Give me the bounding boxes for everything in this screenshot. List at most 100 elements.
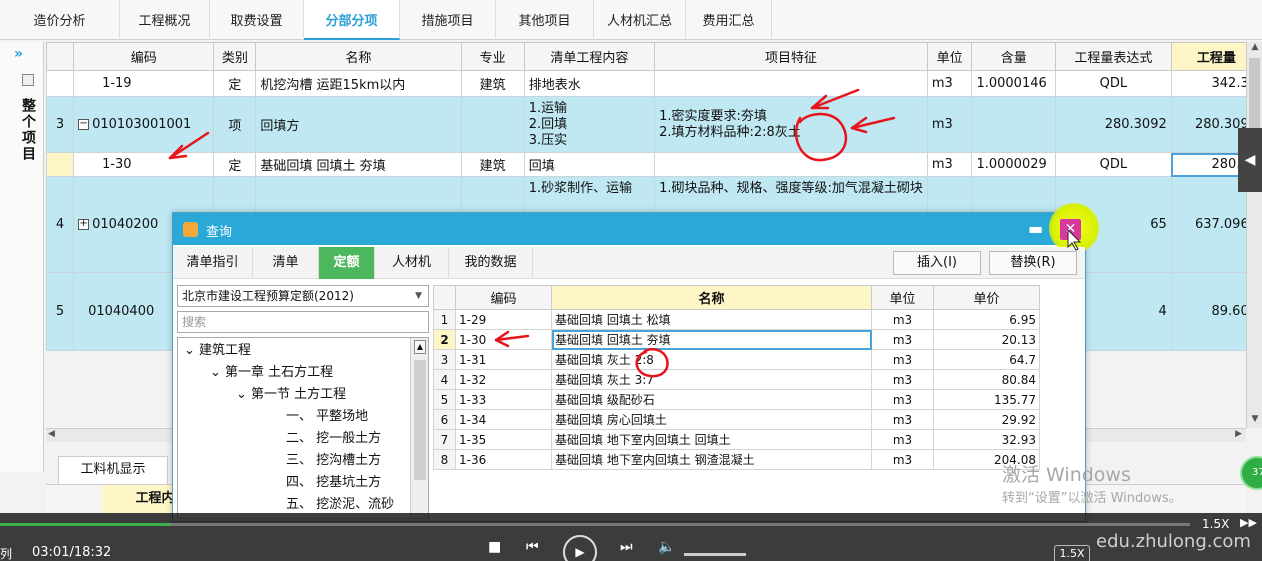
- header-name[interactable]: 名称: [551, 285, 872, 310]
- row-unit[interactable]: m3: [871, 429, 934, 450]
- row-name[interactable]: 基础回填 地下室内回填土 钢渣混凝土: [551, 449, 872, 470]
- norm-select[interactable]: 北京市建设工程预算定额(2012) ▼: [177, 285, 429, 307]
- row-unit[interactable]: m3: [871, 309, 934, 330]
- row-name[interactable]: 基础回填 灰土 3:7: [551, 369, 872, 390]
- table-row[interactable]: 6 1-34 基础回填 房心回填土 m3 29.92: [433, 409, 1040, 430]
- header-unit[interactable]: 单位: [871, 285, 934, 310]
- row-price[interactable]: 135.77: [933, 389, 1040, 410]
- scroll-up-icon[interactable]: ▲: [414, 340, 426, 354]
- row-unit[interactable]: m3: [871, 349, 934, 370]
- row-code[interactable]: 1-32: [455, 369, 552, 390]
- row-type[interactable]: 定: [213, 70, 257, 97]
- table-row[interactable]: 4 1-32 基础回填 灰土 3:7 m3 80.84: [433, 369, 1040, 390]
- header-price[interactable]: 单价: [933, 285, 1040, 310]
- row-code-cell[interactable]: −010103001001: [73, 96, 215, 153]
- row-name[interactable]: 回填方: [255, 96, 462, 153]
- scroll-down-icon[interactable]: ▼: [1247, 414, 1262, 428]
- collapse-icon[interactable]: −: [78, 119, 90, 130]
- tree-node[interactable]: 三、 挖沟槽土方: [286, 450, 381, 472]
- table-row[interactable]: 3 1-31 基础回填 灰土 2:8 m3 64.7: [433, 349, 1040, 370]
- tree-node[interactable]: ⌄ 第一节 土方工程: [236, 384, 346, 406]
- row-code[interactable]: 1-33: [455, 389, 552, 410]
- list-label[interactable]: 列: [0, 545, 12, 561]
- tab-labor-material-summary[interactable]: 人材机汇总: [594, 0, 686, 40]
- video-progress-bar[interactable]: [0, 523, 1190, 526]
- row-major[interactable]: [460, 96, 525, 153]
- close-icon[interactable]: ✕: [1060, 219, 1081, 240]
- row-content[interactable]: 1.运输 2.回填 3.压实: [523, 96, 656, 153]
- row-price[interactable]: 29.92: [933, 409, 1040, 430]
- dialog-title-bar[interactable]: 查询 ▬ ✕: [173, 203, 1099, 253]
- header-content[interactable]: 清单工程内容: [523, 42, 656, 71]
- row-unit[interactable]: m3: [871, 449, 934, 470]
- row-code[interactable]: 1-19: [73, 70, 215, 97]
- header-code[interactable]: 编码: [73, 42, 215, 71]
- tree-node[interactable]: 一、 平整场地: [286, 406, 368, 428]
- header-qty-ratio[interactable]: 含量: [971, 42, 1057, 71]
- row-code[interactable]: 1-34: [455, 409, 552, 430]
- row-qty-ratio[interactable]: [971, 96, 1057, 153]
- row-feature[interactable]: 1.密实度要求:夯填 2.填方材料品种:2:8灰土: [654, 96, 928, 153]
- tab-my-data[interactable]: 我的数据: [449, 247, 533, 279]
- row-name[interactable]: 基础回填 地下室内回填土 回填土: [551, 429, 872, 450]
- row-name[interactable]: 机挖沟槽 运距15km以内: [255, 70, 462, 97]
- row-major[interactable]: 建筑: [460, 70, 525, 97]
- stop-icon[interactable]: ■: [488, 539, 501, 555]
- replace-button[interactable]: 替换(R): [989, 251, 1077, 275]
- row-unit[interactable]: m3: [871, 329, 934, 350]
- tree-collapse-icon[interactable]: ⌄: [236, 387, 251, 402]
- side-panel-arrow-icon[interactable]: ◀: [1238, 128, 1262, 192]
- row-name[interactable]: 基础回填 回填土 夯填: [551, 329, 872, 350]
- tree-node[interactable]: 二、 挖一般土方: [286, 428, 381, 450]
- tree-node[interactable]: ⌄ 建筑工程: [184, 340, 251, 362]
- tab-fee-settings[interactable]: 取费设置: [210, 0, 304, 40]
- play-icon[interactable]: ▶: [563, 535, 597, 561]
- expand-chevron-icon[interactable]: »: [14, 46, 23, 62]
- next-icon[interactable]: ⏭: [620, 539, 633, 555]
- tree-node[interactable]: ⌄ 第一章 土石方工程: [210, 362, 333, 384]
- tab-project-overview[interactable]: 工程概况: [120, 0, 210, 40]
- row-expr[interactable]: 280.3092: [1055, 96, 1172, 153]
- row-price[interactable]: 32.93: [933, 429, 1040, 450]
- whole-project-label[interactable]: 整个项目: [20, 98, 36, 162]
- scroll-thumb[interactable]: [414, 360, 426, 480]
- row-price[interactable]: 20.13: [933, 329, 1040, 350]
- volume-icon[interactable]: 🔈: [658, 539, 675, 555]
- table-row[interactable]: 3 −010103001001 项 回填方 1.运输 2.回填 3.压实 1.密…: [45, 96, 1262, 153]
- row-name[interactable]: 基础回填 回填土 松填: [551, 309, 872, 330]
- minimize-icon[interactable]: ▬: [1028, 219, 1043, 238]
- tab-labor-material[interactable]: 人材机: [375, 247, 449, 279]
- scroll-right-icon[interactable]: ▶: [1235, 429, 1242, 439]
- row-content[interactable]: 回填: [523, 152, 656, 177]
- row-name[interactable]: 基础回填 回填土 夯填: [255, 152, 462, 177]
- row-feature[interactable]: [654, 70, 928, 97]
- row-name[interactable]: 基础回填 灰土 2:8: [551, 349, 872, 370]
- header-name[interactable]: 名称: [255, 42, 462, 71]
- insert-button[interactable]: 插入(I): [893, 251, 981, 275]
- header-major[interactable]: 专业: [460, 42, 525, 71]
- tab-labor-material-display[interactable]: 工料机显示: [58, 456, 168, 484]
- row-price[interactable]: 6.95: [933, 309, 1040, 330]
- header-type[interactable]: 类别: [213, 42, 257, 71]
- row-type[interactable]: 定: [213, 152, 257, 177]
- tree-collapse-icon[interactable]: ⌄: [210, 365, 225, 380]
- tab-norm[interactable]: 定额: [319, 247, 375, 279]
- tab-cost-summary[interactable]: 费用汇总: [686, 0, 772, 40]
- row-unit[interactable]: m3: [926, 152, 973, 177]
- row-unit[interactable]: m3: [871, 409, 934, 430]
- row-type[interactable]: 项: [213, 96, 257, 153]
- row-unit[interactable]: m3: [926, 96, 973, 153]
- header-feature[interactable]: 项目特征: [654, 42, 928, 71]
- row-qty-ratio[interactable]: 1.0000029: [971, 152, 1057, 177]
- tree-node[interactable]: 四、 挖基坑土方: [286, 472, 381, 494]
- pin-icon[interactable]: [22, 74, 34, 86]
- chevron-down-icon[interactable]: ▼: [415, 286, 422, 306]
- scroll-up-icon[interactable]: ▲: [1247, 42, 1262, 56]
- table-row[interactable]: 5 1-33 基础回填 级配砂石 m3 135.77: [433, 389, 1040, 410]
- next-chapter-icon[interactable]: ▶▶: [1240, 516, 1257, 529]
- row-name[interactable]: 基础回填 房心回填土: [551, 409, 872, 430]
- row-code[interactable]: 1-35: [455, 429, 552, 450]
- header-code[interactable]: 编码: [455, 285, 552, 310]
- row-price[interactable]: 64.7: [933, 349, 1040, 370]
- tab-bill[interactable]: 清单: [253, 247, 319, 279]
